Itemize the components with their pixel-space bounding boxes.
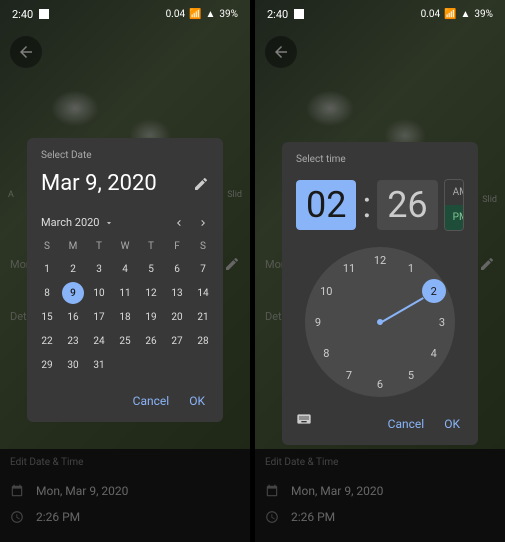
calendar-day[interactable]: 24	[88, 330, 110, 352]
selected-date-display: Mar 9, 2020	[41, 171, 157, 196]
status-time: 2:40	[12, 8, 33, 21]
calendar-day[interactable]: 27	[166, 330, 188, 352]
weekday-header: M	[61, 237, 85, 256]
calendar-day[interactable]: 28	[192, 330, 214, 352]
calendar-day[interactable]: 19	[140, 306, 162, 328]
cancel-button[interactable]: Cancel	[388, 417, 425, 431]
time-colon: :	[362, 184, 371, 226]
weekday-header: T	[139, 237, 163, 256]
month-label: March 2020	[41, 216, 100, 229]
clock-hour[interactable]: 2	[422, 279, 446, 303]
clock-hour[interactable]: 7	[337, 364, 361, 388]
phone-date: 2:40 0.04 📶 ▲ 39% A Slid Mon Deta Select…	[0, 0, 250, 542]
clock-hour[interactable]: 10	[314, 279, 338, 303]
calendar-day[interactable]: 7	[192, 258, 214, 280]
weekday-header: S	[191, 237, 215, 256]
hour-input[interactable]: 02	[296, 180, 356, 230]
ampm-toggle: AM PM	[444, 179, 464, 231]
status-bar: 2:40 0.04 📶 ▲ 39%	[0, 0, 250, 28]
calendar-day[interactable]: 31	[88, 354, 110, 376]
calendar-day[interactable]: 3	[88, 258, 110, 280]
calendar-day[interactable]: 25	[114, 330, 136, 352]
status-battery: 39%	[219, 9, 238, 20]
wifi-icon: 📶	[444, 9, 456, 20]
calendar-day[interactable]: 26	[140, 330, 162, 352]
weekday-header: S	[35, 237, 59, 256]
calendar-day[interactable]: 1	[36, 258, 58, 280]
ok-button[interactable]: OK	[189, 394, 205, 408]
calendar-day[interactable]: 14	[192, 282, 214, 304]
weekday-header: F	[165, 237, 189, 256]
calendar-day[interactable]: 23	[62, 330, 84, 352]
calendar-day[interactable]: 11	[114, 282, 136, 304]
am-button[interactable]: AM	[445, 180, 463, 205]
minute-input[interactable]: 26	[377, 180, 437, 230]
prev-month-button[interactable]	[173, 217, 185, 229]
calendar-day[interactable]: 10	[88, 282, 110, 304]
clock-hour[interactable]: 3	[430, 310, 454, 334]
notification-icon	[294, 9, 304, 19]
edit-date-icon[interactable]	[193, 176, 209, 192]
clock-hour[interactable]: 1	[399, 256, 423, 280]
calendar-day[interactable]: 30	[62, 354, 84, 376]
weekday-header: W	[113, 237, 137, 256]
date-picker-dialog: Select Date Mar 9, 2020 March 2020 SMTWT…	[27, 138, 223, 422]
clock-hour[interactable]: 11	[337, 256, 361, 280]
calendar-day[interactable]: 16	[62, 306, 84, 328]
phone-time: 2:40 0.04 📶 ▲ 39% Slid Mon Deta Select t…	[255, 0, 505, 542]
clock-hour[interactable]: 9	[306, 310, 330, 334]
calendar-day[interactable]: 21	[192, 306, 214, 328]
clock-hour[interactable]: 8	[314, 341, 338, 365]
clock-hour[interactable]: 12	[368, 248, 392, 272]
calendar-day[interactable]: 20	[166, 306, 188, 328]
time-picker-dialog: Select time 02 : 26 AM PM 12345678910111…	[282, 142, 478, 445]
cancel-button[interactable]: Cancel	[133, 394, 170, 408]
clock-face[interactable]: 123456789101112	[305, 247, 455, 397]
status-net: 0.04	[421, 9, 441, 20]
signal-icon: ▲	[206, 9, 216, 20]
keyboard-icon	[296, 411, 312, 427]
calendar-day[interactable]: 17	[88, 306, 110, 328]
signal-icon: ▲	[461, 9, 471, 20]
calendar-grid: SMTWTFS123456789101112131415161718192021…	[27, 233, 223, 384]
calendar-day[interactable]: 2	[62, 258, 84, 280]
calendar-day[interactable]: 9	[62, 282, 84, 304]
calendar-day[interactable]: 4	[114, 258, 136, 280]
month-dropdown[interactable]: March 2020	[41, 216, 114, 229]
time-dialog-title: Select time	[282, 142, 478, 169]
calendar-day[interactable]: 8	[36, 282, 58, 304]
pm-button[interactable]: PM	[445, 205, 463, 230]
notification-icon	[39, 9, 49, 19]
clock-hour[interactable]: 4	[422, 341, 446, 365]
status-time: 2:40	[267, 8, 288, 21]
calendar-day[interactable]: 12	[140, 282, 162, 304]
calendar-day[interactable]: 5	[140, 258, 162, 280]
calendar-day[interactable]: 22	[36, 330, 58, 352]
date-dialog-title: Select Date	[27, 138, 223, 165]
calendar-day[interactable]: 18	[114, 306, 136, 328]
ok-button[interactable]: OK	[444, 417, 460, 431]
calendar-day[interactable]: 15	[36, 306, 58, 328]
clock-hour[interactable]: 5	[399, 364, 423, 388]
status-bar: 2:40 0.04 📶 ▲ 39%	[255, 0, 505, 28]
status-battery: 39%	[474, 9, 493, 20]
keyboard-toggle[interactable]	[296, 411, 312, 431]
status-net: 0.04	[166, 9, 186, 20]
calendar-day[interactable]: 29	[36, 354, 58, 376]
calendar-day[interactable]: 6	[166, 258, 188, 280]
clock-hour[interactable]: 6	[368, 372, 392, 396]
chevron-down-icon	[104, 218, 114, 228]
wifi-icon: 📶	[189, 9, 201, 20]
weekday-header: T	[87, 237, 111, 256]
next-month-button[interactable]	[197, 217, 209, 229]
calendar-day[interactable]: 13	[166, 282, 188, 304]
